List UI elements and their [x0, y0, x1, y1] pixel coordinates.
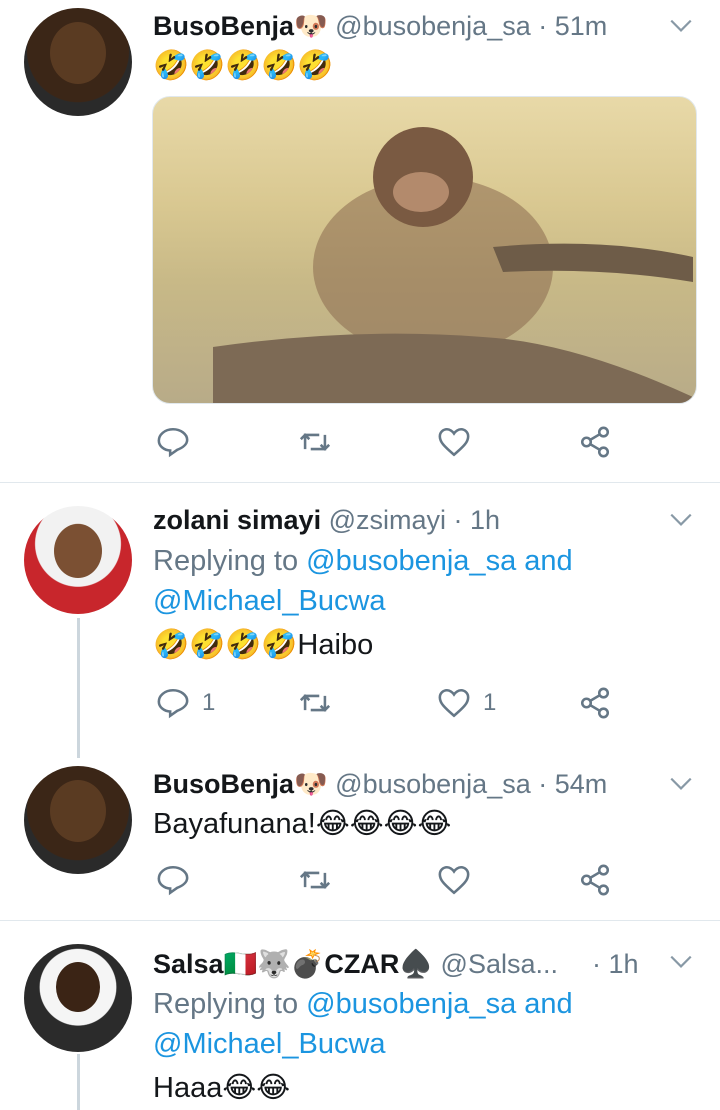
replying-to-line2: @Michael_Bucwa — [153, 581, 386, 621]
replying-to-label: Replying to — [153, 988, 307, 1020]
divider — [0, 482, 720, 483]
chevron-down-icon[interactable] — [668, 948, 694, 974]
retweet-button[interactable] — [298, 860, 332, 900]
tweet-4[interactable]: Salsa🇮🇹🐺💣CZAR♠️ @Salsa... · 1h Replying … — [0, 928, 720, 1110]
tweet-text: Bayafunana!😂😂😂😂 — [153, 808, 452, 840]
reply-icon — [157, 865, 189, 896]
share-button[interactable] — [578, 860, 612, 900]
tweet-text: Haaa😂😂 — [153, 1072, 291, 1104]
share-icon — [580, 426, 610, 458]
retweet-icon — [299, 694, 331, 712]
handle[interactable]: @busobenja_sa — [335, 11, 531, 41]
separator: · — [530, 11, 555, 41]
replying-and: and — [516, 545, 573, 577]
chevron-down-icon[interactable] — [668, 12, 694, 38]
reply-icon — [157, 688, 189, 719]
tweet-header: BusoBenja🐶 @busobenja_sa · 54m — [153, 764, 700, 804]
like-button[interactable]: 1 — [437, 683, 496, 723]
tweet-header: Salsa🇮🇹🐺💣CZAR♠️ @Salsa... — [153, 944, 640, 984]
timestamp: 1h — [470, 505, 501, 535]
reply-button[interactable] — [156, 860, 202, 900]
avatar[interactable] — [24, 506, 132, 614]
tweet-actions — [153, 860, 623, 900]
tweet-3[interactable]: BusoBenja🐶 @busobenja_sa · 54m Bayafunan… — [0, 760, 720, 920]
mention-link[interactable]: @Michael_Bucwa — [153, 585, 386, 617]
share-button[interactable] — [578, 422, 612, 462]
avatar[interactable] — [24, 766, 132, 874]
replying-and: and — [516, 988, 573, 1020]
mention-link[interactable]: @Michael_Bucwa — [153, 1028, 386, 1060]
like-icon — [438, 865, 470, 895]
tweet-header: BusoBenja🐶 @busobenja_sa · 51m — [153, 6, 700, 46]
like-icon — [438, 427, 470, 457]
like-icon — [438, 688, 470, 718]
replying-to-line2: @Michael_Bucwa — [153, 1024, 386, 1064]
share-icon — [580, 687, 610, 719]
mention-link[interactable]: @busobenja_sa — [306, 545, 516, 577]
share-icon — [580, 864, 610, 896]
replying-to: Replying to @busobenja_sa and — [153, 984, 573, 1024]
tweet-header: zolani simayi @zsimayi · 1h — [153, 500, 700, 540]
display-name[interactable]: BusoBenja🐶 — [153, 769, 328, 799]
retweet-button[interactable] — [298, 422, 332, 462]
tweet-text: 🤣🤣🤣🤣🤣 — [153, 50, 334, 82]
tweet-image[interactable] — [152, 96, 697, 404]
display-name[interactable]: Salsa🇮🇹🐺💣CZAR♠️ — [153, 949, 433, 979]
separator: · — [592, 949, 609, 979]
reply-icon — [157, 427, 189, 458]
like-count: 1 — [483, 689, 497, 716]
chevron-down-icon[interactable] — [668, 506, 694, 532]
share-button[interactable] — [578, 683, 612, 723]
like-button[interactable] — [437, 860, 483, 900]
tweet-1[interactable]: BusoBenja🐶 @busobenja_sa · 51m 🤣🤣🤣🤣🤣 — [0, 0, 720, 480]
timestamp: 1h — [608, 949, 639, 979]
reply-button[interactable] — [156, 422, 202, 462]
separator: · — [530, 769, 555, 799]
timestamp: 51m — [554, 11, 608, 41]
handle[interactable]: @Salsa... — [441, 949, 558, 979]
retweet-icon — [299, 433, 331, 451]
chevron-down-icon[interactable] — [668, 770, 694, 796]
replying-to-label: Replying to — [153, 545, 307, 577]
reply-count: 1 — [202, 689, 216, 716]
mention-link[interactable]: @busobenja_sa — [306, 988, 516, 1020]
handle[interactable]: @busobenja_sa — [335, 769, 531, 799]
retweet-icon — [299, 871, 331, 889]
tweet-actions: 1 1 — [153, 683, 623, 723]
avatar[interactable] — [24, 8, 132, 116]
display-name[interactable]: zolani simayi — [153, 505, 321, 535]
retweet-button[interactable] — [298, 683, 332, 723]
tweet-actions — [153, 422, 623, 462]
tweet-2[interactable]: zolani simayi @zsimayi · 1h Replying to … — [0, 490, 720, 760]
tweet-time: · 1h — [592, 944, 662, 984]
tweet-text: 🤣🤣🤣🤣Haibo — [153, 629, 374, 661]
display-name[interactable]: BusoBenja🐶 — [153, 11, 328, 41]
monkey-photo — [213, 127, 693, 403]
avatar[interactable] — [24, 944, 132, 1052]
replying-to: Replying to @busobenja_sa and — [153, 541, 573, 581]
like-button[interactable] — [437, 422, 483, 462]
handle[interactable]: @zsimayi — [329, 505, 446, 535]
separator: · — [446, 505, 471, 535]
timestamp: 54m — [554, 769, 608, 799]
divider — [0, 920, 720, 921]
reply-button[interactable]: 1 — [156, 683, 215, 723]
